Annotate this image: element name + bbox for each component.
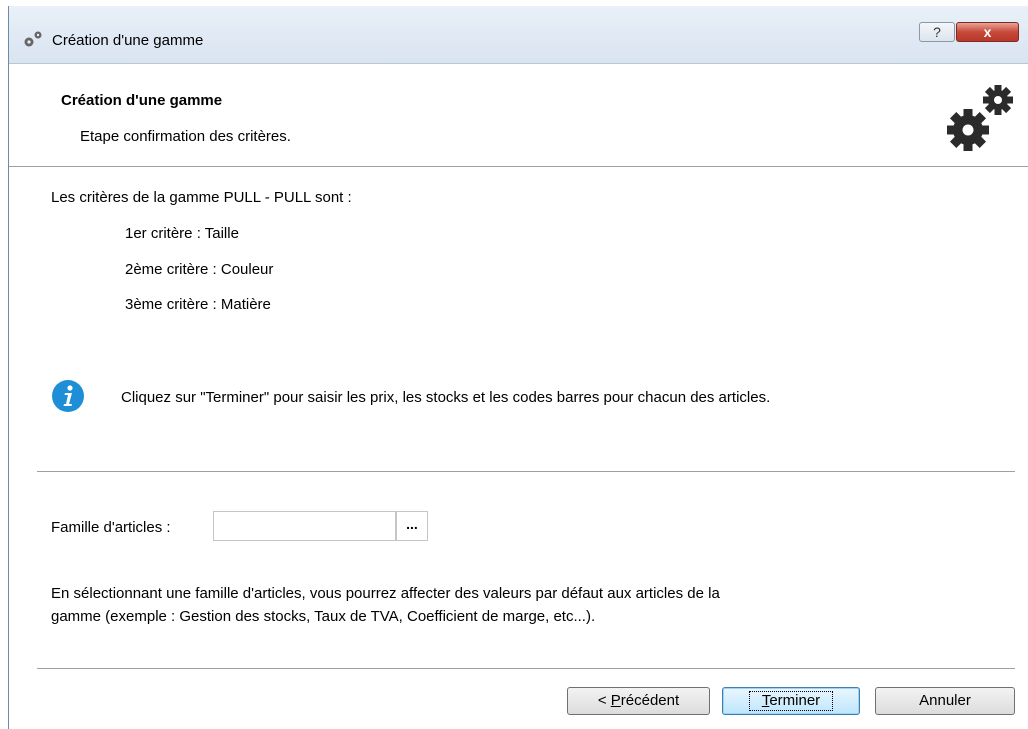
- finish-focus-ring: Terminer: [748, 691, 834, 711]
- title-bar[interactable]: Création d'une gamme ? x: [9, 6, 1028, 63]
- cancel-button[interactable]: Annuler: [875, 687, 1015, 715]
- finish-label-rest: erminer: [769, 692, 821, 709]
- note-line-2: gamme (exemple : Gestion des stocks, Tau…: [51, 608, 596, 625]
- note-line-1: En sélectionnant une famille d'articles,…: [51, 585, 720, 602]
- criterion-3: 3ème critère : Matière: [125, 296, 271, 313]
- help-button[interactable]: ?: [919, 22, 955, 42]
- gears-icon: [947, 85, 1013, 151]
- window-title: Création d'une gamme: [52, 32, 204, 49]
- gears-icon: [24, 31, 42, 47]
- header-subtitle: Etape confirmation des critères.: [80, 128, 291, 145]
- info-message: Cliquez sur "Terminer" pour saisir les p…: [121, 389, 771, 406]
- wizard-content: Les critères de la gamme PULL - PULL son…: [9, 167, 1028, 729]
- wizard-header: Création d'une gamme Etape confirmation …: [9, 63, 1028, 167]
- criterion-2: 2ème critère : Couleur: [125, 261, 274, 278]
- previous-label-rest: récédent: [620, 692, 680, 709]
- famille-input[interactable]: [213, 511, 396, 541]
- separator: [37, 668, 1015, 669]
- famille-note: En sélectionnant une famille d'articles,…: [51, 582, 951, 628]
- previous-mnemonic: P: [610, 692, 621, 709]
- wizard-window: Création d'une gamme ? x Création d'une …: [8, 6, 1028, 729]
- famille-label: Famille d'articles :: [51, 519, 171, 536]
- close-button[interactable]: x: [956, 22, 1019, 42]
- previous-prefix: <: [597, 692, 611, 709]
- info-icon: [52, 380, 84, 412]
- header-title: Création d'une gamme: [61, 92, 223, 109]
- finish-button[interactable]: Terminer: [722, 687, 860, 715]
- previous-button[interactable]: < Précédent: [567, 687, 710, 715]
- criteria-intro: Les critères de la gamme PULL - PULL son…: [51, 189, 352, 206]
- famille-browse-button[interactable]: ...: [396, 511, 428, 541]
- criterion-1: 1er critère : Taille: [125, 225, 239, 242]
- separator: [37, 471, 1015, 472]
